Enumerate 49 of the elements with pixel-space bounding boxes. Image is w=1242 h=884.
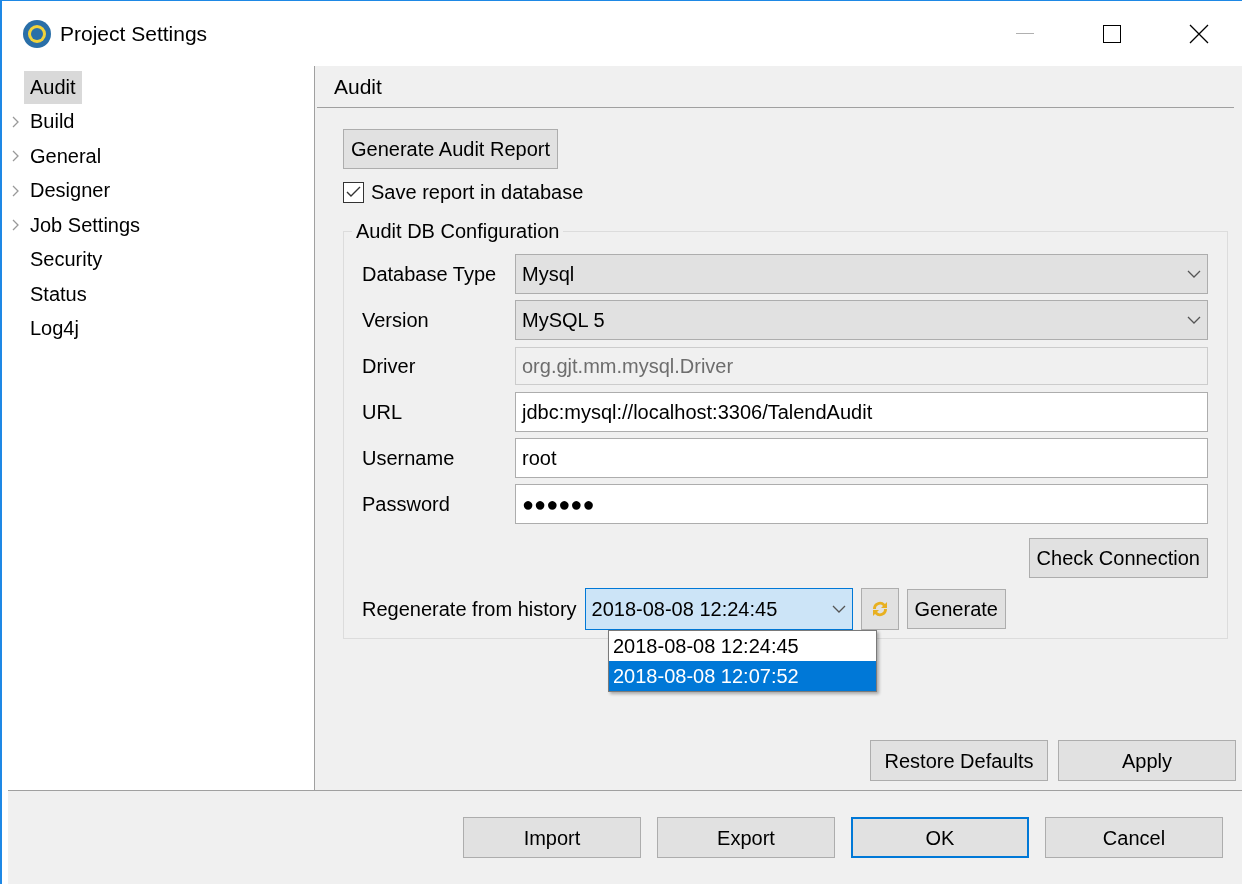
- minimize-icon: [1015, 32, 1034, 35]
- input-field[interactable]: jdbc:mysql://localhost:3306/TalendAudit: [515, 392, 1208, 432]
- dropdown[interactable]: 2018-08-08 12:24:45: [584, 588, 853, 630]
- window-title: Project Settings: [60, 20, 208, 47]
- chevron-icon[interactable]: [11, 115, 19, 128]
- caret-icon: [831, 605, 846, 613]
- input-field[interactable]: ●●●●●●: [515, 484, 1208, 524]
- sidebar-item[interactable]: Job Settings: [24, 208, 147, 242]
- caret-icon: [1187, 270, 1201, 278]
- generate-button[interactable]: Generate: [906, 589, 1006, 629]
- checkbox-label: Save report in database: [371, 180, 584, 205]
- field-label: Database Type: [362, 262, 498, 287]
- sidebar-item[interactable]: Status: [24, 277, 93, 311]
- sidebar-item[interactable]: Audit: [24, 70, 82, 104]
- field-label: Driver: [362, 354, 417, 379]
- refresh-button[interactable]: [860, 588, 899, 630]
- close-icon: [1188, 23, 1209, 44]
- page-title: Audit: [317, 66, 1234, 108]
- check-connection-button[interactable]: Check Connection: [1028, 538, 1208, 578]
- dropdown[interactable]: Mysql: [515, 254, 1208, 294]
- dialog-button[interactable]: Import: [463, 817, 641, 858]
- chevron-icon[interactable]: [11, 219, 19, 232]
- input-field: org.gjt.mm.mysql.Driver: [515, 347, 1208, 385]
- restore-defaults-button[interactable]: Restore Defaults: [870, 740, 1048, 781]
- maximize-icon: [1102, 24, 1121, 43]
- field-label: Regenerate from history: [362, 597, 577, 622]
- checkbox[interactable]: [343, 181, 364, 203]
- apply-button[interactable]: Apply: [1058, 740, 1236, 781]
- input-field[interactable]: root: [515, 438, 1208, 478]
- field-label: URL: [362, 400, 403, 425]
- dialog-button[interactable]: Cancel: [1045, 817, 1223, 858]
- dropdown-option[interactable]: 2018-08-08 12:07:52: [609, 661, 876, 691]
- dialog-button[interactable]: Export: [657, 817, 835, 858]
- field-label: Username: [362, 446, 456, 471]
- sidebar-item[interactable]: General: [24, 139, 108, 173]
- sidebar-item[interactable]: Log4j: [24, 312, 85, 346]
- chevron-icon[interactable]: [11, 184, 19, 197]
- sidebar-item[interactable]: Build: [24, 105, 81, 139]
- sidebar-item[interactable]: Designer: [24, 174, 117, 208]
- sidebar-item[interactable]: Security: [24, 243, 109, 277]
- generate-report-button[interactable]: Generate Audit Report: [343, 129, 558, 169]
- dropdown[interactable]: MySQL 5: [515, 300, 1208, 340]
- dropdown-option[interactable]: 2018-08-08 12:24:45: [609, 631, 876, 661]
- field-label: Password: [362, 492, 451, 517]
- caret-icon: [1187, 316, 1201, 324]
- chevron-icon[interactable]: [11, 150, 19, 163]
- dialog-button[interactable]: OK: [851, 817, 1029, 858]
- field-label: Version: [362, 308, 430, 333]
- app-logo-icon: [22, 18, 52, 49]
